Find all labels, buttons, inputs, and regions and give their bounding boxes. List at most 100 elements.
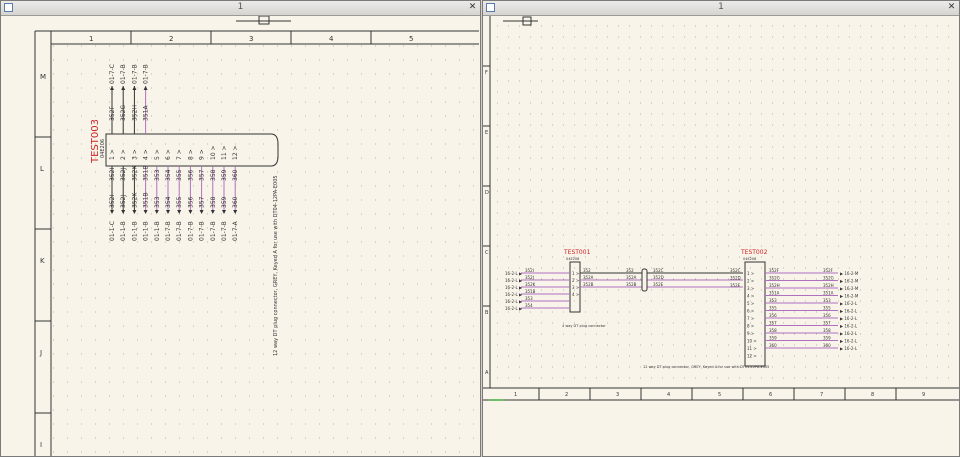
wire-label: 351B (525, 289, 536, 294)
wire-label: 359 (221, 196, 228, 208)
wire-label: 352J (120, 195, 127, 208)
wire-label: 351B (143, 192, 150, 208)
arrow-icon (177, 210, 182, 214)
column-label: 8 (871, 392, 874, 398)
scroll-handle[interactable] (258, 16, 270, 25)
connector-name: TEST001 (563, 249, 591, 256)
wire-label: 357 (199, 196, 206, 208)
connector-part-number: 04E206 (743, 257, 756, 261)
arrow-icon (210, 210, 215, 214)
row-label: B (485, 310, 489, 316)
drawing-canvas[interactable]: 1 2 3 4 5 M L K J I TEST003 04E206 12 way DT plug co… (1, 16, 480, 456)
schematic-sheet[interactable]: FEDCBA1 2 3 4 5 6 7 8 9TEST00104E20616-2-L ▶352I… (483, 16, 960, 457)
wire-target: 01-1-C (109, 221, 116, 241)
connector-description: 12 way DT plug connector, GREY, Keyed A … (643, 365, 769, 369)
wire-source: 16-2-L ▶ (505, 306, 523, 311)
wire-target: 01-7-A (232, 220, 239, 241)
title-bar[interactable]: 1 ✕ (483, 1, 959, 16)
window-title: 1 (237, 2, 244, 12)
pin-number: 11 > (221, 145, 228, 160)
pin-number: 2 > (747, 279, 754, 284)
wire-target: 01-7-C (109, 64, 116, 84)
column-label: 9 (922, 392, 925, 398)
arrow-icon (188, 210, 193, 214)
column-label: 2 (169, 35, 173, 43)
wire-label: 359 (823, 336, 831, 341)
wire-target: ▶ 16-2-L (840, 339, 858, 344)
drawing-canvas[interactable]: F E D C B A 1 2 3 4 5 6 7 8 9 TEST001 04E206 16-2-L ▶ 352I… (483, 16, 959, 456)
wire-label: 352E (653, 282, 664, 287)
connector-description: 12 way DT plug connector, GREY, Keyed A … (273, 175, 279, 356)
connector-name: TEST002 (740, 249, 768, 256)
wire-label: 352K (131, 165, 138, 181)
connector-part-number: 04E206 (100, 139, 106, 158)
wire-label: 352G (769, 276, 780, 281)
pin-number: 3 > (572, 285, 579, 290)
wire-label: 354 (165, 196, 172, 208)
wire-target: 01-7-B (131, 64, 138, 84)
wire-target: ▶ 16-2-L (840, 331, 858, 336)
title-bar[interactable]: 1 ✕ (1, 1, 480, 16)
wire-label: 352G (120, 105, 127, 121)
arrow-icon (110, 210, 114, 214)
pin-number: 4 > (572, 292, 579, 297)
window-title: 1 (718, 2, 724, 12)
wire-label: 354 (525, 303, 533, 308)
pin-number: 6 > (165, 149, 172, 160)
arrow-icon (132, 210, 137, 214)
wire-target: ▶ 16-2-M (840, 271, 859, 276)
wire-label: 352A (626, 275, 637, 280)
wire-label: 351A (823, 291, 834, 296)
pin-number: 1 > (109, 149, 116, 160)
schematic-window-right[interactable]: 1 ✕ F E D C B A 1 2 3 4 5 6 7 8 9 TEST001 04E206 16-2-L ▶… (482, 0, 960, 457)
wire-label: 352H (769, 283, 780, 288)
column-label: 4 (667, 392, 670, 398)
wire-label: 352K (131, 192, 138, 208)
schematic-sheet[interactable]: 1 2 3 4 5MLKJITEST003 04E20612 way DT plug co… (1, 16, 481, 457)
wire-target: 01-7-B (143, 64, 150, 84)
wire-label: 352K (525, 282, 536, 287)
wire-target: ▶ 16-2-L (840, 316, 858, 321)
pin-number: 7 > (747, 316, 754, 321)
close-icon[interactable]: ✕ (467, 2, 478, 13)
wire-label: 351B (143, 165, 150, 181)
wire-label: 360 (769, 343, 777, 348)
wire-label: 352J (525, 275, 534, 280)
wire-label: 352H (131, 105, 138, 121)
column-label: 5 (718, 392, 721, 398)
pin-number: 6 > (747, 309, 754, 314)
wire-target: 01-7-B (176, 221, 183, 241)
wire-source: 16-2-L ▶ (505, 271, 523, 276)
arrow-icon (199, 210, 204, 214)
wire-target: 01-1-B (120, 221, 127, 241)
wire-label: 358 (823, 328, 831, 333)
wire-target: ▶ 16-2-M (840, 279, 859, 284)
column-label: 5 (409, 35, 413, 43)
arrow-icon (143, 86, 148, 90)
arrow-icon (154, 210, 159, 214)
pin-number: 8 > (187, 149, 194, 160)
wire-label: 352D (653, 275, 664, 280)
wire-label: 354 (165, 169, 172, 181)
wire-label: 355 (769, 306, 777, 311)
pin-number: 12 > (747, 354, 757, 359)
wire-target: ▶ 16-2-L (840, 301, 858, 306)
wire-label: 352C (653, 268, 664, 273)
row-label: A (485, 370, 489, 376)
wire-label: 357 (199, 169, 206, 181)
schematic-window-left[interactable]: 1 ✕ 1 2 3 4 5 M L K J I TEST003 04E206 12 way DT plu… (0, 0, 481, 457)
pin-number: 12 > (232, 145, 239, 160)
pin-number: 3 > (747, 286, 754, 291)
wire-target: 01-7-B (187, 221, 194, 241)
row-label: J (39, 349, 42, 357)
wire-label: 355 (176, 196, 183, 208)
wire-label: 352B (626, 282, 637, 287)
wire-label: 352F (823, 268, 834, 273)
wire-label: 352A (583, 275, 594, 280)
splice-body[interactable] (641, 268, 648, 292)
wire-label: 353 (823, 298, 831, 303)
close-icon[interactable]: ✕ (946, 2, 957, 13)
pin-number: 8 > (747, 324, 754, 329)
wire-label: 356 (769, 313, 777, 318)
wire-label: 359 (769, 336, 777, 341)
